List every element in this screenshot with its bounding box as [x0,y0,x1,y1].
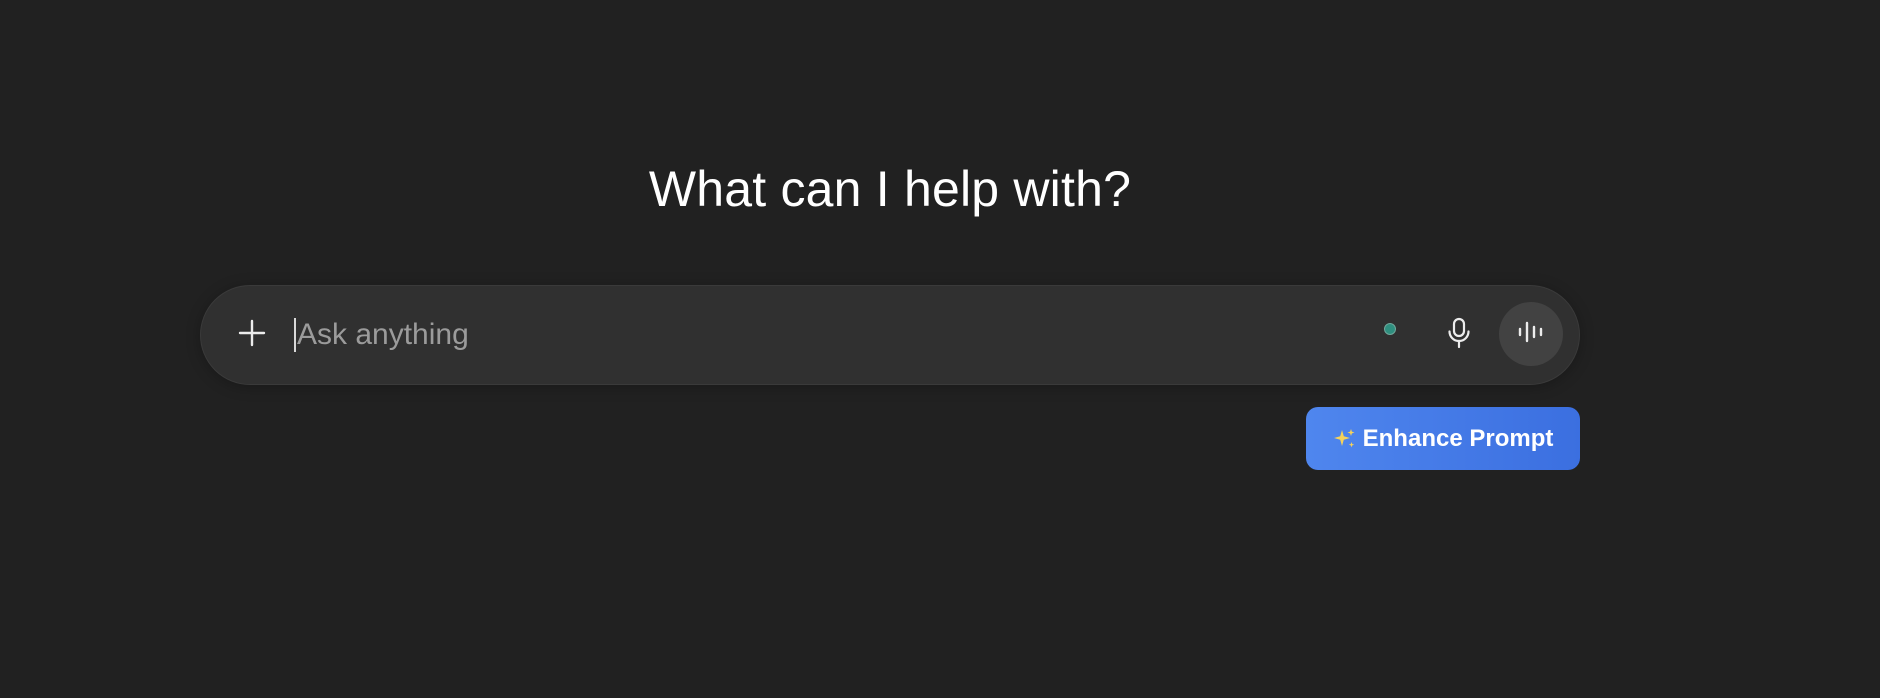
voice-waveform-icon [1516,319,1546,350]
status-dot-icon [1384,323,1396,335]
dictate-button[interactable] [1436,312,1482,358]
text-cursor [294,318,296,352]
sparkles-icon [1333,427,1357,451]
enhance-prompt-button[interactable]: Enhance Prompt [1306,407,1580,470]
microphone-icon [1444,316,1474,355]
plus-icon [237,318,267,353]
chat-page: What can I help with? Ask anything Enhan… [0,0,1880,698]
voice-mode-button[interactable] [1499,302,1563,366]
page-title: What can I help with? [648,161,1132,217]
add-button[interactable] [229,312,275,358]
prompt-composer [200,285,1580,385]
prompt-input[interactable] [293,312,1293,358]
enhance-prompt-label: Enhance Prompt [1362,424,1554,452]
